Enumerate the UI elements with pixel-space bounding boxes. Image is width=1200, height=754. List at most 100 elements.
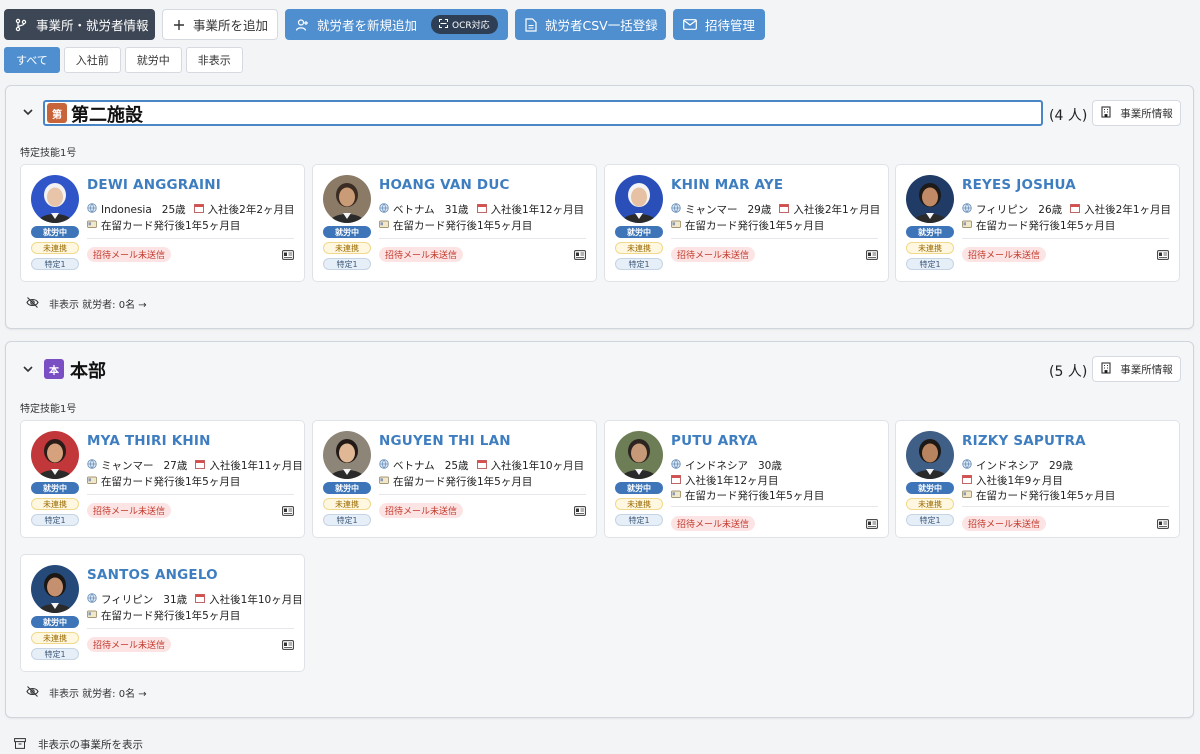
avatar	[31, 175, 79, 223]
id-card-icon[interactable]	[866, 250, 878, 260]
divider	[379, 494, 586, 495]
add-worker-button[interactable]: 就労者を新規追加 OCR対応	[285, 9, 508, 40]
mail-icon	[683, 18, 697, 32]
visa-badge: 特定1	[31, 514, 79, 526]
residence-line: 在留カード発行後1年5ヶ月目	[671, 488, 824, 503]
visa-badge: 特定1	[323, 258, 371, 270]
office-info-detail-button[interactable]: 事業所情報	[1092, 356, 1181, 382]
contact-badge: 未連携	[31, 632, 79, 644]
chevron-down-icon[interactable]	[20, 361, 36, 377]
status-badge: 就労中	[615, 482, 663, 494]
tenure: 入社後1年12ヶ月目	[490, 204, 585, 216]
office-info-button[interactable]: 事業所・就労者情報	[4, 9, 155, 40]
add-worker-label: 就労者を新規追加	[317, 18, 418, 33]
filter-tab-pre-join[interactable]: 入社前	[63, 47, 121, 73]
tenure: 入社後1年12ヶ月目	[685, 475, 779, 487]
divider	[962, 506, 1169, 507]
id-card-icon[interactable]	[282, 250, 294, 260]
id-card-icon[interactable]	[1157, 250, 1169, 260]
visa-group-label: 特定技能1号	[20, 148, 77, 159]
hidden-workers-label: 非表示 就労者: 0名 →	[49, 300, 147, 311]
worker-card[interactable]: 就労中 未連携 特定1 MYA THIRI KHIN ミャンマー 27歳 入社後…	[20, 420, 305, 538]
worker-card[interactable]: 就労中 未連携 特定1 PUTU ARYA インドネシア 30歳 入社後1年12…	[604, 420, 889, 538]
status-badge: 就労中	[323, 482, 371, 494]
worker-name[interactable]: KHIN MAR AYE	[671, 177, 783, 193]
avatar	[906, 431, 954, 479]
archive-icon	[14, 737, 26, 752]
nationality-line: ベトナム 25歳 入社後1年10ヶ月目	[379, 458, 584, 473]
divider	[962, 238, 1169, 239]
id-card-icon[interactable]	[574, 250, 586, 260]
worker-card[interactable]: 就労中 未連携 特定1 KHIN MAR AYE ミャンマー 29歳 入社後2年…	[604, 164, 889, 282]
residence: 在留カード発行後1年5ヶ月目	[685, 220, 825, 232]
office-name-input[interactable]	[43, 100, 1043, 126]
worker-name[interactable]: NGUYEN THI LAN	[379, 433, 511, 449]
office-section: 第 第二施設 (4 人) 事業所情報 特定技能1号 就労中 未連携 特定1 DE…	[5, 85, 1194, 329]
nationality-line: インドネシア 29歳	[962, 458, 1073, 473]
worker-count: (5 人)	[1049, 364, 1088, 380]
tenure-line: 入社後1年9ヶ月目	[962, 473, 1063, 488]
eye-off-icon	[26, 296, 39, 311]
contact-badge: 未連携	[323, 498, 371, 510]
residence-card-icon	[962, 219, 972, 232]
worker-name[interactable]: REYES JOSHUA	[962, 177, 1076, 193]
age: 29歳	[747, 204, 772, 216]
show-hidden-offices-link[interactable]: 非表示の事業所を表示	[14, 737, 143, 752]
office-info-detail-button[interactable]: 事業所情報	[1092, 100, 1181, 126]
chevron-down-icon[interactable]	[20, 104, 36, 120]
worker-name[interactable]: SANTOS ANGELO	[87, 567, 218, 583]
csv-import-button[interactable]: 就労者CSV一括登録	[515, 9, 666, 40]
residence: 在留カード発行後1年5ヶ月目	[101, 476, 241, 488]
worker-name[interactable]: DEWI ANGGRAINI	[87, 177, 221, 193]
residence: 在留カード発行後1年5ヶ月目	[101, 610, 241, 622]
add-office-button[interactable]: 事業所を追加	[162, 9, 278, 40]
status-badge: 就労中	[31, 226, 79, 238]
tenure-line: 入社後1年12ヶ月目	[671, 473, 779, 488]
id-card-icon[interactable]	[282, 640, 294, 650]
age: 26歳	[1038, 204, 1063, 216]
invite-mail-status: 招待メール未送信	[671, 247, 756, 262]
worker-card[interactable]: 就労中 未連携 特定1 NGUYEN THI LAN ベトナム 25歳 入社後1…	[312, 420, 597, 538]
globe-icon	[379, 459, 389, 472]
nationality: インドネシア	[976, 460, 1039, 472]
worker-card[interactable]: 就労中 未連携 特定1 SANTOS ANGELO フィリピン 31歳 入社後1…	[20, 554, 305, 672]
divider	[379, 238, 586, 239]
invite-mail-status: 招待メール未送信	[962, 247, 1047, 262]
worker-count: (4 人)	[1049, 108, 1088, 124]
filter-tab-all[interactable]: すべて	[4, 47, 60, 73]
nationality-line: Indonesia 25歳 入社後2年2ヶ月目	[87, 202, 295, 217]
worker-card[interactable]: 就労中 未連携 特定1 HOANG VAN DUC ベトナム 31歳 入社後1年…	[312, 164, 597, 282]
hidden-workers-link[interactable]: 非表示 就労者: 0名 →	[26, 296, 147, 311]
id-card-icon[interactable]	[1157, 519, 1169, 529]
id-card-icon[interactable]	[574, 506, 586, 516]
globe-icon	[671, 459, 681, 472]
invite-mail-status: 招待メール未送信	[671, 516, 756, 531]
worker-name[interactable]: PUTU ARYA	[671, 433, 758, 449]
filter-tab-working[interactable]: 就労中	[124, 47, 182, 73]
worker-card[interactable]: 就労中 未連携 特定1 REYES JOSHUA フィリピン 26歳 入社後2年…	[895, 164, 1180, 282]
tenure: 入社後1年11ヶ月目	[209, 460, 303, 472]
worker-name[interactable]: MYA THIRI KHIN	[87, 433, 211, 449]
age: 29歳	[1049, 460, 1073, 472]
residence-line: 在留カード発行後1年5ヶ月目	[87, 218, 240, 233]
worker-name[interactable]: HOANG VAN DUC	[379, 177, 510, 193]
worker-name[interactable]: RIZKY SAPUTRA	[962, 433, 1086, 449]
filter-tab-hidden[interactable]: 非表示	[185, 47, 243, 73]
residence-line: 在留カード発行後1年5ヶ月目	[962, 218, 1115, 233]
worker-card[interactable]: 就労中 未連携 特定1 RIZKY SAPUTRA インドネシア 29歳 入社後…	[895, 420, 1180, 538]
ocr-badge: OCR対応	[431, 15, 498, 34]
office-badge: 第	[47, 103, 67, 123]
residence: 在留カード発行後1年5ヶ月目	[976, 220, 1116, 232]
plus-icon	[173, 18, 185, 32]
contact-badge: 未連携	[906, 242, 954, 254]
residence-card-icon	[671, 219, 681, 232]
contact-badge: 未連携	[31, 498, 79, 510]
csv-import-label: 就労者CSV一括登録	[545, 18, 658, 33]
hidden-workers-link[interactable]: 非表示 就労者: 0名 →	[26, 685, 147, 700]
office-info-label: 事業所・就労者情報	[36, 18, 149, 33]
branch-icon	[14, 18, 28, 32]
worker-card[interactable]: 就労中 未連携 特定1 DEWI ANGGRAINI Indonesia 25歳…	[20, 164, 305, 282]
id-card-icon[interactable]	[282, 506, 294, 516]
id-card-icon[interactable]	[866, 519, 878, 529]
invite-manage-button[interactable]: 招待管理	[673, 9, 765, 40]
